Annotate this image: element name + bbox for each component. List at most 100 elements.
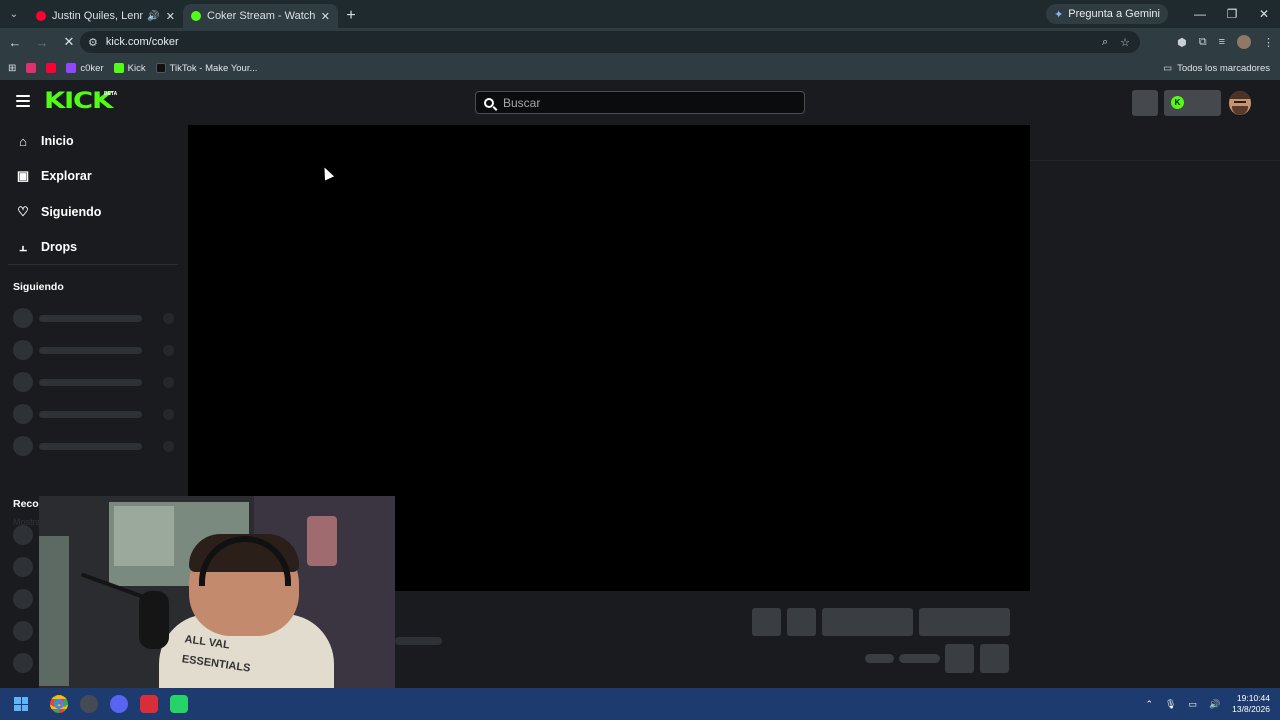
following-skeleton-row	[13, 308, 178, 328]
extension-icon[interactable]: ⬢	[1177, 36, 1187, 49]
stat-skeleton-pill	[899, 654, 940, 663]
minimize-icon[interactable]: —	[1184, 0, 1216, 28]
chat-header	[1030, 125, 1280, 161]
address-bar[interactable]: ⚙ kick.com/coker ⌕ ☆	[80, 31, 1140, 53]
search-box[interactable]	[475, 91, 805, 114]
webcam-overlay: ALL VAL ESSENTIALS	[39, 496, 395, 696]
speaker-icon[interactable]: 🔊	[147, 11, 159, 22]
chevron-up-icon[interactable]: ⌃	[1145, 699, 1153, 710]
bookmark-twitch[interactable]: c0ker	[66, 63, 104, 74]
icon-skeleton-button[interactable]	[980, 644, 1009, 673]
sidebar-item-explorar[interactable]: ▣ Explorar	[16, 166, 92, 186]
extensions-puzzle-icon[interactable]: ⧉	[1199, 36, 1207, 49]
twitch-icon	[66, 63, 77, 73]
apps-grid-icon[interactable]: ⊞	[8, 63, 16, 74]
clock-date: 13/8/2026	[1232, 704, 1270, 714]
tab-search-button[interactable]: ⌄	[0, 0, 28, 28]
bookmark-tiktok[interactable]: TikTok - Make Your...	[155, 62, 258, 74]
app-icon[interactable]	[80, 695, 98, 713]
app-red-icon[interactable]	[140, 695, 158, 713]
heart-icon: ♡	[17, 204, 29, 219]
following-skeleton-row	[13, 372, 178, 392]
explore-icon: ▣	[16, 168, 30, 183]
network-icon[interactable]: ▭	[1188, 699, 1197, 710]
chat-panel	[1030, 125, 1280, 688]
volume-icon[interactable]: 🔊	[1209, 699, 1220, 710]
close-tab-icon[interactable]: ✕	[166, 10, 175, 23]
beta-badge: BETA	[104, 91, 118, 97]
zoom-icon[interactable]: ⌕	[1102, 36, 1108, 49]
sidebar-item-inicio[interactable]: ⌂ Inicio	[16, 131, 74, 151]
microphone-icon	[139, 591, 169, 649]
gemini-button[interactable]: ✦ Pregunta a Gemini	[1046, 4, 1168, 24]
gemini-sparkle-icon: ✦	[1054, 8, 1064, 21]
tab-title: Coker Stream - Watch Live on K	[207, 10, 315, 22]
bookmark-kick[interactable]: Kick	[113, 62, 146, 74]
close-window-icon[interactable]: ✕	[1248, 0, 1280, 28]
bookmark-youtube[interactable]	[46, 63, 57, 73]
forward-arrow-icon[interactable]: →	[30, 30, 54, 54]
bookmark-label: Kick	[127, 62, 146, 74]
all-bookmarks-button[interactable]: ▭ Todos los marcadores	[1163, 56, 1270, 80]
restore-icon[interactable]: ❐	[1216, 0, 1248, 28]
webcam-lamp	[307, 516, 337, 566]
webcam-monitor	[39, 536, 69, 686]
kick-favicon-icon	[191, 11, 201, 21]
sidebar-item-label: Inicio	[41, 134, 74, 148]
close-tab-icon[interactable]: ✕	[321, 10, 330, 23]
sidebar-item-drops[interactable]: ⫠ Drops	[16, 237, 77, 257]
kick-top-nav: KICK BETA K	[0, 80, 1280, 125]
search-icon	[484, 97, 494, 108]
folder-icon: ▭	[1163, 62, 1173, 74]
kick-coin-icon: K	[1171, 96, 1184, 109]
sidebar-item-label: Explorar	[41, 169, 92, 183]
icon-skeleton-button[interactable]	[945, 644, 974, 673]
clock-time: 19:10:44	[1236, 693, 1270, 703]
drops-icon: ⫠	[19, 239, 27, 254]
action-skeleton-button[interactable]	[787, 608, 816, 636]
whatsapp-icon[interactable]	[170, 695, 188, 713]
following-skeleton-row	[13, 340, 178, 360]
url-text: kick.com/coker	[105, 36, 179, 48]
sidebar-item-siguiendo[interactable]: ♡ Siguiendo	[16, 202, 101, 222]
all-bookmarks-label: Todos los marcadores	[1177, 62, 1270, 74]
back-arrow-icon[interactable]: ←	[3, 30, 27, 54]
microphone-tray-icon[interactable]: 🎙	[1165, 699, 1176, 710]
browser-tab-youtube[interactable]: Justin Quiles, Lenny Tavárez 🔊 ✕	[28, 4, 183, 28]
browser-tab-kick[interactable]: Coker Stream - Watch Live on K ✕	[183, 4, 338, 28]
stop-loading-icon[interactable]: ✕	[57, 30, 81, 54]
search-input[interactable]	[503, 95, 783, 110]
action-skeleton-button[interactable]	[822, 608, 913, 636]
discord-icon[interactable]	[110, 695, 128, 713]
profile-avatar-icon[interactable]	[1237, 35, 1251, 49]
following-skeleton-row	[13, 436, 178, 456]
action-skeleton-button[interactable]	[752, 608, 781, 636]
gemini-label: Pregunta a Gemini	[1068, 8, 1160, 20]
bookmark-star-icon[interactable]: ☆	[1120, 36, 1130, 49]
action-skeleton-button[interactable]	[919, 608, 1010, 636]
sidebar-divider	[8, 264, 178, 265]
user-avatar[interactable]	[1229, 91, 1251, 115]
media-control-icon[interactable]: ≡	[1219, 36, 1225, 48]
tiktok-icon	[155, 63, 166, 73]
instagram-icon	[26, 63, 37, 73]
bookmark-label: TikTok - Make Your...	[169, 62, 258, 74]
window-controls: — ❐ ✕	[1184, 0, 1280, 28]
new-tab-button[interactable]: +	[338, 4, 364, 28]
chrome-icon[interactable]	[50, 695, 68, 713]
site-settings-icon[interactable]: ⚙	[88, 36, 98, 49]
menu-kebab-icon[interactable]: ⋮	[1263, 36, 1274, 49]
browser-tab-bar: ⌄ Justin Quiles, Lenny Tavárez 🔊 ✕ Coker…	[0, 0, 1280, 28]
sidebar-item-label: Drops	[41, 240, 78, 254]
home-icon: ⌂	[19, 133, 27, 149]
stat-skeleton-pill	[865, 654, 894, 663]
system-clock[interactable]: 19:10:44 13/8/2026	[1232, 693, 1270, 715]
kick-icon	[113, 63, 124, 73]
nav-skeleton-button[interactable]	[1132, 90, 1158, 116]
windows-start-icon[interactable]	[14, 697, 28, 711]
kick-logo[interactable]: KICK	[44, 91, 113, 113]
channel-skeleton-line	[395, 637, 442, 645]
bookmark-instagram[interactable]	[26, 63, 37, 73]
hamburger-menu-icon[interactable]	[16, 95, 30, 107]
nav-skeleton-wallet[interactable]: K	[1164, 90, 1221, 116]
